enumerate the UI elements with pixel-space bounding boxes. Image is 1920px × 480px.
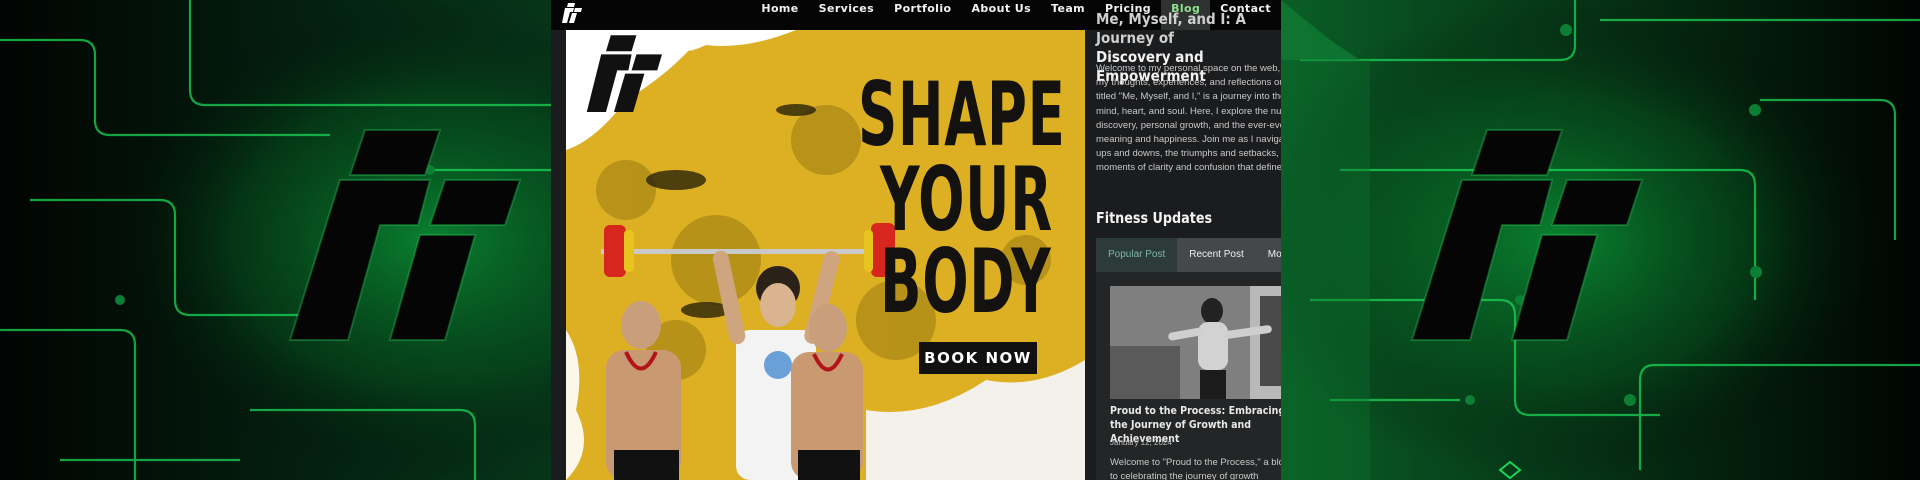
brand-logo-right bbox=[1410, 129, 1644, 341]
article-title-line1: Me, Myself, and I: A Journey of bbox=[1096, 10, 1246, 47]
article-intro: Welcome to my personal space on the web,… bbox=[1096, 63, 1281, 174]
nav-team[interactable]: Team bbox=[1041, 0, 1095, 30]
post-thumbnail-art bbox=[1110, 286, 1281, 399]
book-now-button[interactable]: BOOK NOW bbox=[919, 342, 1037, 374]
brand-logo-left bbox=[288, 129, 522, 341]
post-card[interactable]: Proud to the Process: Embracing the Jour… bbox=[1096, 272, 1281, 480]
nav-portfolio[interactable]: Portfolio bbox=[884, 0, 961, 30]
tab-popular-post[interactable]: Popular Post bbox=[1096, 238, 1178, 272]
hero-poster: SHAPE YOUR BODY BOOK NOW bbox=[566, 30, 1085, 480]
hero-headline-line3: BODY bbox=[880, 230, 1052, 333]
nav-about-us[interactable]: About Us bbox=[961, 0, 1041, 30]
post-excerpt: Welcome to "Proud to the Process," a blo… bbox=[1110, 457, 1281, 480]
tab-most-viewed[interactable]: Most Viewed bbox=[1256, 238, 1281, 272]
post-date: January 12, 2024 bbox=[1110, 438, 1172, 447]
website-screenshot: Home Services Portfolio About Us Team Pr… bbox=[551, 0, 1281, 480]
post-thumbnail[interactable] bbox=[1110, 286, 1281, 399]
hero-headline-line1: SHAPE bbox=[858, 63, 1066, 166]
post-tabs: Popular Post Recent Post Most Viewed bbox=[1096, 238, 1281, 272]
tab-recent-post[interactable]: Recent Post bbox=[1177, 238, 1255, 272]
nav-home[interactable]: Home bbox=[751, 0, 808, 30]
fitness-updates-heading: Fitness Updates bbox=[1096, 209, 1213, 227]
site-logo-icon[interactable] bbox=[560, 2, 584, 24]
nav-services[interactable]: Services bbox=[809, 0, 884, 30]
